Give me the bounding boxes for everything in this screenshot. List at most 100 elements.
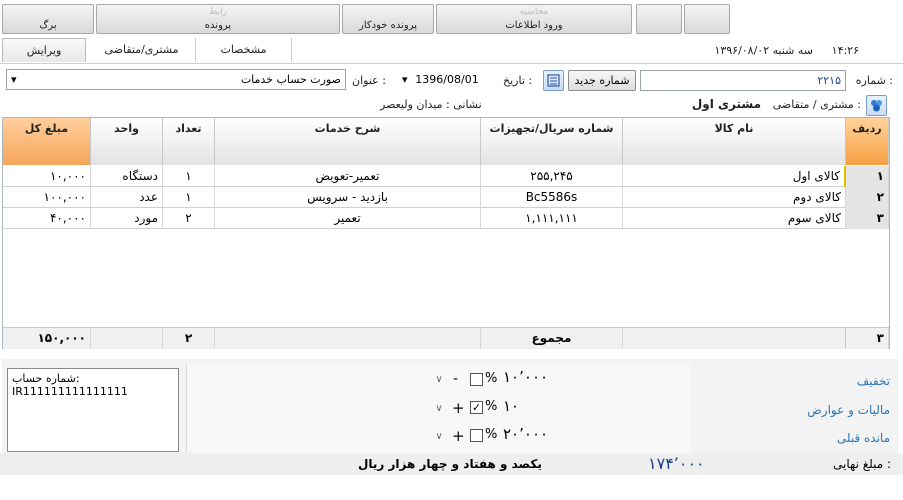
header-total[interactable]: مبلغ کل bbox=[3, 118, 91, 165]
table-row[interactable]: ۳ کالای سوم ۱,۱۱۱,۱۱۱ تعمیر ۲ مورد ۴۰,۰۰… bbox=[3, 208, 889, 229]
customer-value: مشتری اول bbox=[691, 97, 761, 111]
item-cell[interactable]: کالای سوم bbox=[623, 208, 846, 229]
tab-edit-label: ویرایش bbox=[26, 44, 62, 57]
unit-cell[interactable]: مورد bbox=[91, 208, 163, 229]
serial-cell[interactable]: Bc5586s bbox=[481, 187, 623, 208]
summary-item-blank bbox=[623, 328, 846, 349]
discount-checkbox[interactable] bbox=[470, 373, 483, 386]
description-cell[interactable]: تعمیر bbox=[215, 208, 481, 229]
items-grid: ردیف نام کالا شماره سریال/تجهیزات شرح خد… bbox=[2, 117, 890, 349]
file-button-label: پرونده bbox=[204, 20, 232, 31]
toolbar: برگ رابط پرونده پرونده خودکار محاسبه ورو… bbox=[0, 4, 903, 34]
calculator-icon[interactable] bbox=[543, 70, 564, 91]
receipt-button-label: برگ bbox=[39, 20, 57, 31]
toolbar-button-blank-2[interactable] bbox=[684, 4, 730, 34]
tax-checkbox[interactable]: ✓ bbox=[470, 401, 483, 414]
file-button[interactable]: رابط پرونده bbox=[96, 4, 340, 34]
account-box[interactable]: شماره حساب: IR111111111111111 bbox=[7, 368, 179, 452]
invoice-window: { "toolbar": { "btn_receipt": "برگ", "bt… bbox=[0, 0, 903, 500]
discount-sign[interactable]: - bbox=[453, 371, 458, 387]
number-field[interactable]: ۲۲۱۵ bbox=[640, 70, 846, 91]
header-serial[interactable]: شماره سریال/تجهیزات bbox=[481, 118, 623, 165]
torn-edge bbox=[0, 479, 903, 500]
final-value: ۱۷۴٬۰۰۰ bbox=[648, 454, 705, 473]
row-number: ۱ bbox=[846, 166, 889, 187]
prev-value[interactable]: ۲۰٬۰۰۰ bbox=[503, 425, 548, 443]
time-label: ۱۴:۲۶ bbox=[831, 44, 859, 57]
import-data-button[interactable]: محاسبه ورود اطلاعات bbox=[436, 4, 632, 34]
auto-file-button[interactable]: پرونده خودکار bbox=[342, 4, 434, 34]
prev-sign[interactable]: + bbox=[452, 427, 465, 445]
summary-count: ۳ bbox=[846, 328, 889, 349]
unit-cell[interactable]: دستگاه bbox=[91, 166, 163, 187]
description-cell[interactable]: بازدید - سرویس bbox=[215, 187, 481, 208]
tab-customer[interactable]: مشتری/متقاضی bbox=[88, 38, 196, 62]
summary-unit-blank bbox=[91, 328, 163, 349]
title-select[interactable]: ▾ صورت حساب خدمات bbox=[6, 69, 346, 90]
address-label: نشانی : میدان ولیعصر bbox=[380, 98, 482, 111]
summary-label: مجموع bbox=[481, 328, 623, 349]
header-unit[interactable]: واحد bbox=[91, 118, 163, 165]
quantity-cell[interactable]: ۱ bbox=[163, 166, 215, 187]
number-label: شماره : bbox=[855, 74, 893, 87]
receipt-button[interactable]: برگ bbox=[2, 4, 94, 34]
percent-label: % bbox=[485, 399, 498, 414]
chevron-down-icon[interactable]: ▾ bbox=[402, 70, 408, 89]
account-label: شماره حساب: bbox=[12, 372, 80, 385]
header-description[interactable]: شرح خدمات bbox=[215, 118, 481, 165]
item-cell[interactable]: کالای دوم bbox=[623, 187, 846, 208]
date-field[interactable]: ▾ 1396/08/01 bbox=[398, 70, 496, 91]
prev-balance-label: مانده قبلی bbox=[836, 431, 890, 445]
discount-label: تخفیف bbox=[856, 374, 890, 388]
import-data-button-label: ورود اطلاعات bbox=[505, 20, 563, 31]
toolbar-button-blank-1[interactable] bbox=[636, 4, 682, 34]
row-number: ۲ bbox=[846, 187, 889, 208]
chevron-down-icon[interactable]: ∨ bbox=[431, 428, 447, 446]
serial-cell[interactable]: ۲۵۵,۲۴۵ bbox=[481, 166, 623, 187]
tax-label: مالیات و عوارض bbox=[807, 403, 890, 417]
discount-value[interactable]: ۱۰٬۰۰۰ bbox=[503, 368, 548, 386]
total-cell[interactable]: ۱۰,۰۰۰ bbox=[3, 166, 91, 187]
customer-group-icon[interactable] bbox=[866, 95, 887, 116]
total-cell[interactable]: ۱۰۰,۰۰۰ bbox=[3, 187, 91, 208]
tax-sign[interactable]: + bbox=[452, 399, 465, 417]
tax-value[interactable]: ۱۰ bbox=[503, 397, 519, 415]
date-label: سه شنبه ۱۳۹۶/۰۸/۰۲ bbox=[714, 44, 813, 57]
header-item[interactable]: نام کالا bbox=[623, 118, 846, 165]
tab-details[interactable]: مشخصات bbox=[196, 38, 292, 62]
summary-desc-blank bbox=[215, 328, 481, 349]
chevron-down-icon[interactable]: ∨ bbox=[431, 400, 447, 418]
bottom-panel: شماره حساب: IR111111111111111 ∨ - % ۱۰٬۰… bbox=[2, 359, 898, 455]
tab-details-label: مشخصات bbox=[220, 43, 267, 56]
tab-edit[interactable]: ویرایش bbox=[2, 38, 86, 62]
percent-label: % bbox=[485, 427, 498, 442]
chevron-down-icon[interactable]: ∨ bbox=[431, 371, 447, 389]
summary-quantity: ۲ bbox=[163, 328, 215, 349]
quantity-cell[interactable]: ۲ bbox=[163, 208, 215, 229]
final-label: مبلغ نهایی : bbox=[833, 457, 891, 471]
title-label: عنوان : bbox=[352, 74, 386, 87]
final-words: یکصد و هفتاد و چهار هزار ریال bbox=[358, 457, 542, 471]
tab-customer-label: مشتری/متقاضی bbox=[104, 43, 179, 56]
total-cell[interactable]: ۴۰,۰۰۰ bbox=[3, 208, 91, 229]
summary-total: ۱۵۰,۰۰۰ bbox=[3, 328, 91, 349]
customer-label: مشتری / متقاضی : bbox=[772, 98, 861, 111]
unit-cell[interactable]: عدد bbox=[91, 187, 163, 208]
description-cell[interactable]: تعمیر-تعویض bbox=[215, 166, 481, 187]
serial-cell[interactable]: ۱,۱۱۱,۱۱۱ bbox=[481, 208, 623, 229]
final-amount-bar: مبلغ نهایی : ۱۷۴٬۰۰۰ یکصد و هفتاد و چهار… bbox=[0, 453, 903, 475]
table-row[interactable]: ۱ کالای اول ۲۵۵,۲۴۵ تعمیر-تعویض ۱ دستگاه… bbox=[3, 166, 889, 187]
divider bbox=[0, 63, 903, 64]
row-number: ۳ bbox=[846, 208, 889, 229]
new-number-button[interactable]: شماره جدید bbox=[568, 70, 636, 91]
table-row[interactable]: ۲ کالای دوم Bc5586s بازدید - سرویس ۱ عدد… bbox=[3, 187, 889, 208]
prev-checkbox[interactable] bbox=[470, 429, 483, 442]
header-row[interactable]: ردیف bbox=[846, 118, 889, 165]
date-value: 1396/08/01 bbox=[415, 73, 479, 86]
quantity-cell[interactable]: ۱ bbox=[163, 187, 215, 208]
chevron-down-icon[interactable]: ▾ bbox=[11, 70, 17, 89]
header-quantity[interactable]: تعداد bbox=[163, 118, 215, 165]
item-cell[interactable]: کالای اول bbox=[623, 166, 846, 187]
adjustments-area: ∨ - % ۱۰٬۰۰۰ ∨ + ✓ % ۱۰ ∨ + % ۲۰٬۰۰۰ bbox=[186, 363, 690, 453]
title-value: صورت حساب خدمات bbox=[240, 73, 341, 86]
